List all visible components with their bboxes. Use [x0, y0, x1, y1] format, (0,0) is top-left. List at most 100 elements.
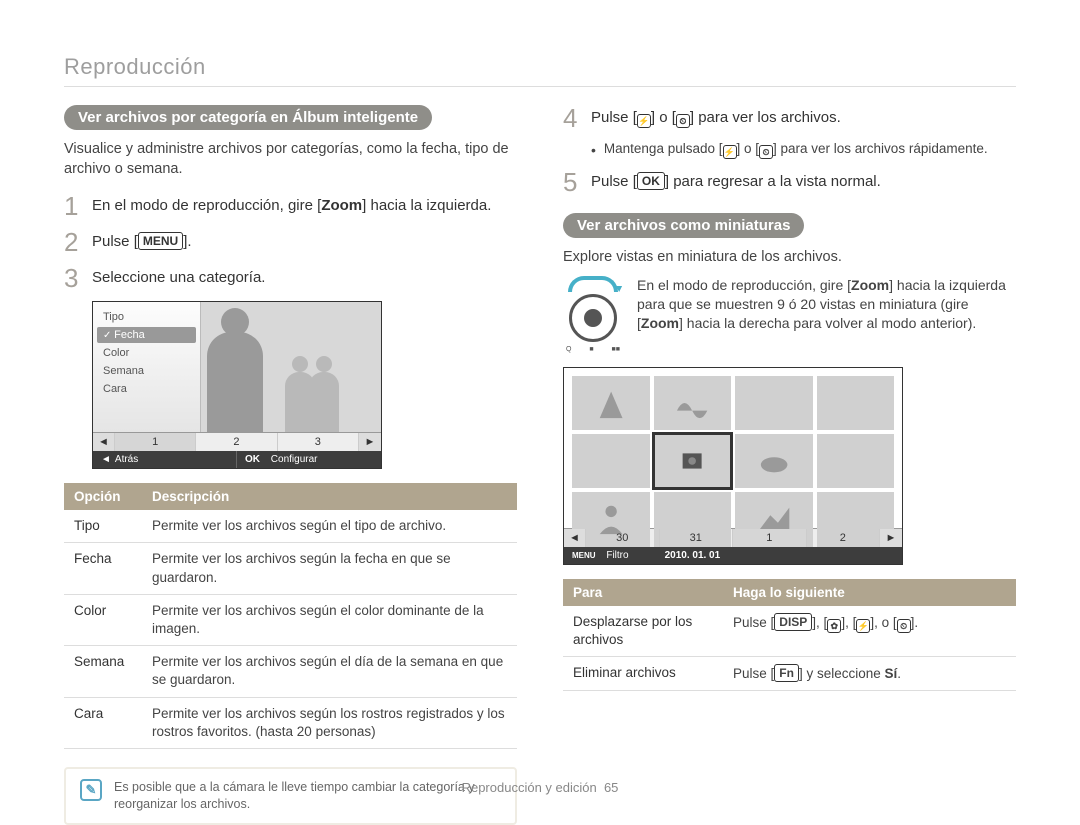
zoom-label: Zoom [641, 315, 679, 331]
flower-icon: ✿ [827, 619, 841, 633]
date-label: 2010. 01. 01 [665, 550, 721, 561]
strip-next-icon: ► [359, 433, 381, 451]
bullet-icon [591, 141, 596, 159]
fn-button-label: Fn [774, 664, 799, 682]
strip-prev-icon: ◄ [93, 433, 115, 451]
strip-cell: 1 [115, 433, 196, 451]
t: ] y seleccione [799, 666, 885, 681]
table-row: CaraPermite ver los archivos según los r… [64, 697, 517, 748]
step-text: Pulse [⚡] o [⏲] para ver los archivos. [591, 105, 841, 128]
timer-icon: ⏲ [759, 145, 773, 159]
step-text-pre: Pulse [ [92, 233, 138, 250]
thumb-cell [572, 434, 650, 488]
thumbs-intro: Explore vistas en miniatura de los archi… [563, 248, 1016, 268]
preview-silhouettes [201, 302, 381, 432]
step-2: 2 Pulse [MENU]. [64, 229, 517, 255]
step-1: 1 En el modo de reproducción, gire [Zoom… [64, 193, 517, 219]
t: Mantenga pulsado [ [604, 141, 723, 156]
strip-prev-icon: ◄ [564, 529, 586, 547]
th-description: Descripción [142, 483, 517, 510]
step-5: 5 Pulse [OK] para regresar a la vista no… [563, 169, 1016, 195]
thumb-cell [817, 434, 895, 488]
opt-val: Permite ver los archivos según los rostr… [142, 697, 517, 748]
t: Pulse [ [591, 109, 637, 126]
step-text: Pulse [OK] para regresar a la vista norm… [591, 169, 881, 192]
opt-key: Semana [64, 646, 142, 697]
step-number: 1 [64, 193, 82, 219]
disp-button-label: DISP [774, 613, 812, 631]
thumb-cell [572, 376, 650, 430]
strip-cell: 1 [733, 529, 807, 547]
left-column: Ver archivos por categoría en Álbum inte… [64, 105, 517, 825]
header-rule [64, 86, 1016, 87]
strip-cell: 3 [278, 433, 359, 451]
zoom-label: Zoom [851, 277, 889, 293]
opt-val: Permite ver los archivos según el tipo d… [142, 510, 517, 543]
thumb-footer: MENU Filtro 2010. 01. 01 [564, 547, 902, 564]
t: ] o [ [737, 141, 760, 156]
menu-item-tipo: Tipo [93, 308, 200, 326]
thumbnail-grid-screenshot: ◄ 30 31 1 2 ► MENU Filtro 2010. 01. 01 [563, 367, 903, 565]
thumb-cell [735, 434, 813, 488]
table-row: Eliminar archivos Pulse [Fn] y seleccion… [563, 657, 1016, 691]
menu-item-color: Color [93, 344, 200, 362]
strip-next-icon: ► [880, 529, 902, 547]
camera-album-screenshot: Tipo Fecha Color Semana Cara ◄ 1 2 [92, 301, 382, 469]
category-menu: Tipo Fecha Color Semana Cara [93, 302, 201, 432]
action-val: Pulse [DISP], [✿], [⚡], o [⏲]. [723, 606, 1016, 657]
step-text-pre: En el modo de reproducción, gire [ [92, 197, 321, 214]
step-number: 2 [64, 229, 82, 255]
opt-val: Permite ver los archivos según el color … [142, 594, 517, 645]
t: ] para ver los archivos. [690, 109, 841, 126]
t: Pulse [ [733, 615, 774, 630]
camera-footer: ◄Atrás OK Configurar [93, 451, 381, 468]
thumb-cell [654, 376, 732, 430]
page-strip: ◄ 1 2 3 ► [93, 432, 381, 451]
menu-item-fecha-selected: Fecha [97, 327, 196, 343]
strip-cell: 2 [807, 529, 881, 547]
step-text: Pulse [MENU]. [92, 229, 192, 252]
note-box: ✎ Es posible que a la cámara le lleve ti… [64, 767, 517, 825]
table-row: TipoPermite ver los archivos según el ti… [64, 510, 517, 543]
thumb-date-strip: ◄ 30 31 1 2 ► [564, 528, 902, 547]
step-text: En el modo de reproducción, gire [Zoom] … [92, 193, 491, 216]
step-number: 4 [563, 105, 581, 131]
th-para: Para [563, 579, 723, 606]
sub-text: Mantenga pulsado [⚡] o [⏲] para ver los … [604, 141, 988, 159]
step-number: 5 [563, 169, 581, 195]
t: Pulse [ [591, 173, 637, 190]
step-4: 4 Pulse [⚡] o [⏲] para ver los archivos. [563, 105, 1016, 131]
flash-icon: ⚡ [723, 145, 737, 159]
timer-icon: ⏲ [897, 619, 911, 633]
silhouette-icon [309, 372, 339, 432]
table-row: ColorPermite ver los archivos según el c… [64, 594, 517, 645]
t: ] hacia la derecha para volver al modo a… [679, 315, 976, 331]
opt-val: Permite ver los archivos según la fecha … [142, 543, 517, 594]
flash-icon: ⚡ [637, 114, 651, 128]
t: ] o [ [651, 109, 676, 126]
step-text-post: ] hacia la izquierda. [362, 197, 491, 214]
action-key: Desplazarse por los archivos [563, 606, 723, 657]
config-label: Configurar [271, 454, 318, 465]
thumb-cell [735, 376, 813, 430]
strip-cell: 31 [660, 529, 734, 547]
flash-icon: ⚡ [856, 619, 870, 633]
step-text-post: ]. [183, 233, 191, 250]
back-arrow-icon: ◄ [101, 454, 111, 465]
options-table: Opción Descripción TipoPermite ver los a… [64, 483, 517, 749]
table-row: SemanaPermite ver los archivos según el … [64, 646, 517, 697]
table-row: FechaPermite ver los archivos según la f… [64, 543, 517, 594]
intro-text: Visualice y administre archivos por cate… [64, 140, 517, 179]
t: . [897, 666, 901, 681]
t: En el modo de reproducción, gire [ [637, 277, 851, 293]
menu-label: MENU [572, 551, 596, 560]
action-key: Eliminar archivos [563, 657, 723, 691]
step-number: 3 [64, 265, 82, 291]
ok-label: OK [245, 454, 260, 465]
t: ] para ver los archivos rápidamente. [773, 141, 988, 156]
opt-key: Cara [64, 697, 142, 748]
th-option: Opción [64, 483, 142, 510]
thumb-cell [817, 376, 895, 430]
menu-item-cara: Cara [93, 380, 200, 398]
menu-button-label: MENU [138, 232, 183, 250]
